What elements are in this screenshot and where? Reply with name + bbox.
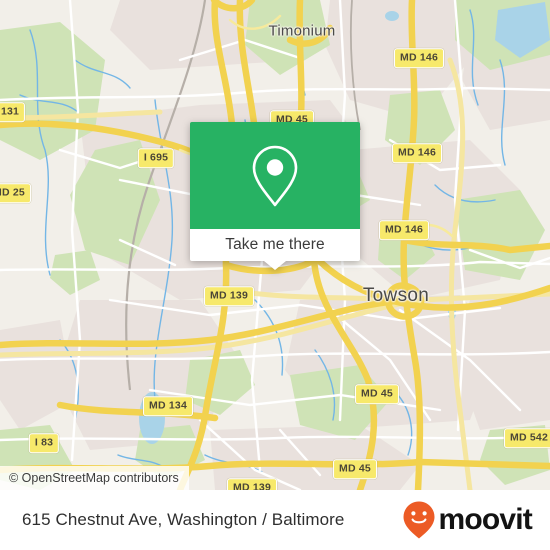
moovit-map-screen: MD 146 131 MD 45 I 695 MD 146 MD 25 MD 146 MD 1…: [0, 0, 550, 550]
place-label: Towson: [362, 285, 430, 306]
attribution-text: © OpenStreetMap contributors: [9, 471, 179, 485]
moovit-smiley-pin-icon: [403, 501, 435, 539]
road-shield: MD 146: [394, 48, 444, 68]
road-shield: I 83: [28, 433, 60, 453]
moovit-wordmark: moovit: [438, 503, 532, 536]
map-attribution[interactable]: © OpenStreetMap contributors: [0, 466, 189, 490]
map-pin-icon: [252, 145, 298, 206]
moovit-logo[interactable]: moovit: [402, 500, 533, 540]
take-me-there-button[interactable]: Take me there: [190, 229, 360, 261]
road-shield: MD 139: [227, 478, 277, 490]
location-callout-card[interactable]: Take me there: [190, 122, 360, 270]
road-shield: MD 146: [392, 143, 442, 163]
callout-card-tail: [264, 261, 286, 270]
road-shield: 131: [0, 102, 26, 122]
location-address-label: 615 Chestnut Ave, Washington / Baltimore: [22, 510, 345, 529]
road-shield: MD 25: [0, 183, 31, 203]
road-shield: I 695: [137, 148, 175, 168]
place-label: Timonium: [268, 22, 336, 40]
road-shield: MD 45: [355, 384, 399, 404]
road-shield: MD 146: [379, 220, 429, 240]
road-shield: MD 45: [333, 459, 377, 479]
callout-card-header: [190, 122, 360, 229]
footer-bar: 615 Chestnut Ave, Washington / Baltimore…: [0, 490, 550, 550]
road-shield: MD 134: [143, 396, 193, 416]
take-me-there-label: Take me there: [225, 236, 325, 253]
road-shield: MD 542: [504, 428, 550, 448]
road-shield: MD 139: [204, 286, 254, 306]
